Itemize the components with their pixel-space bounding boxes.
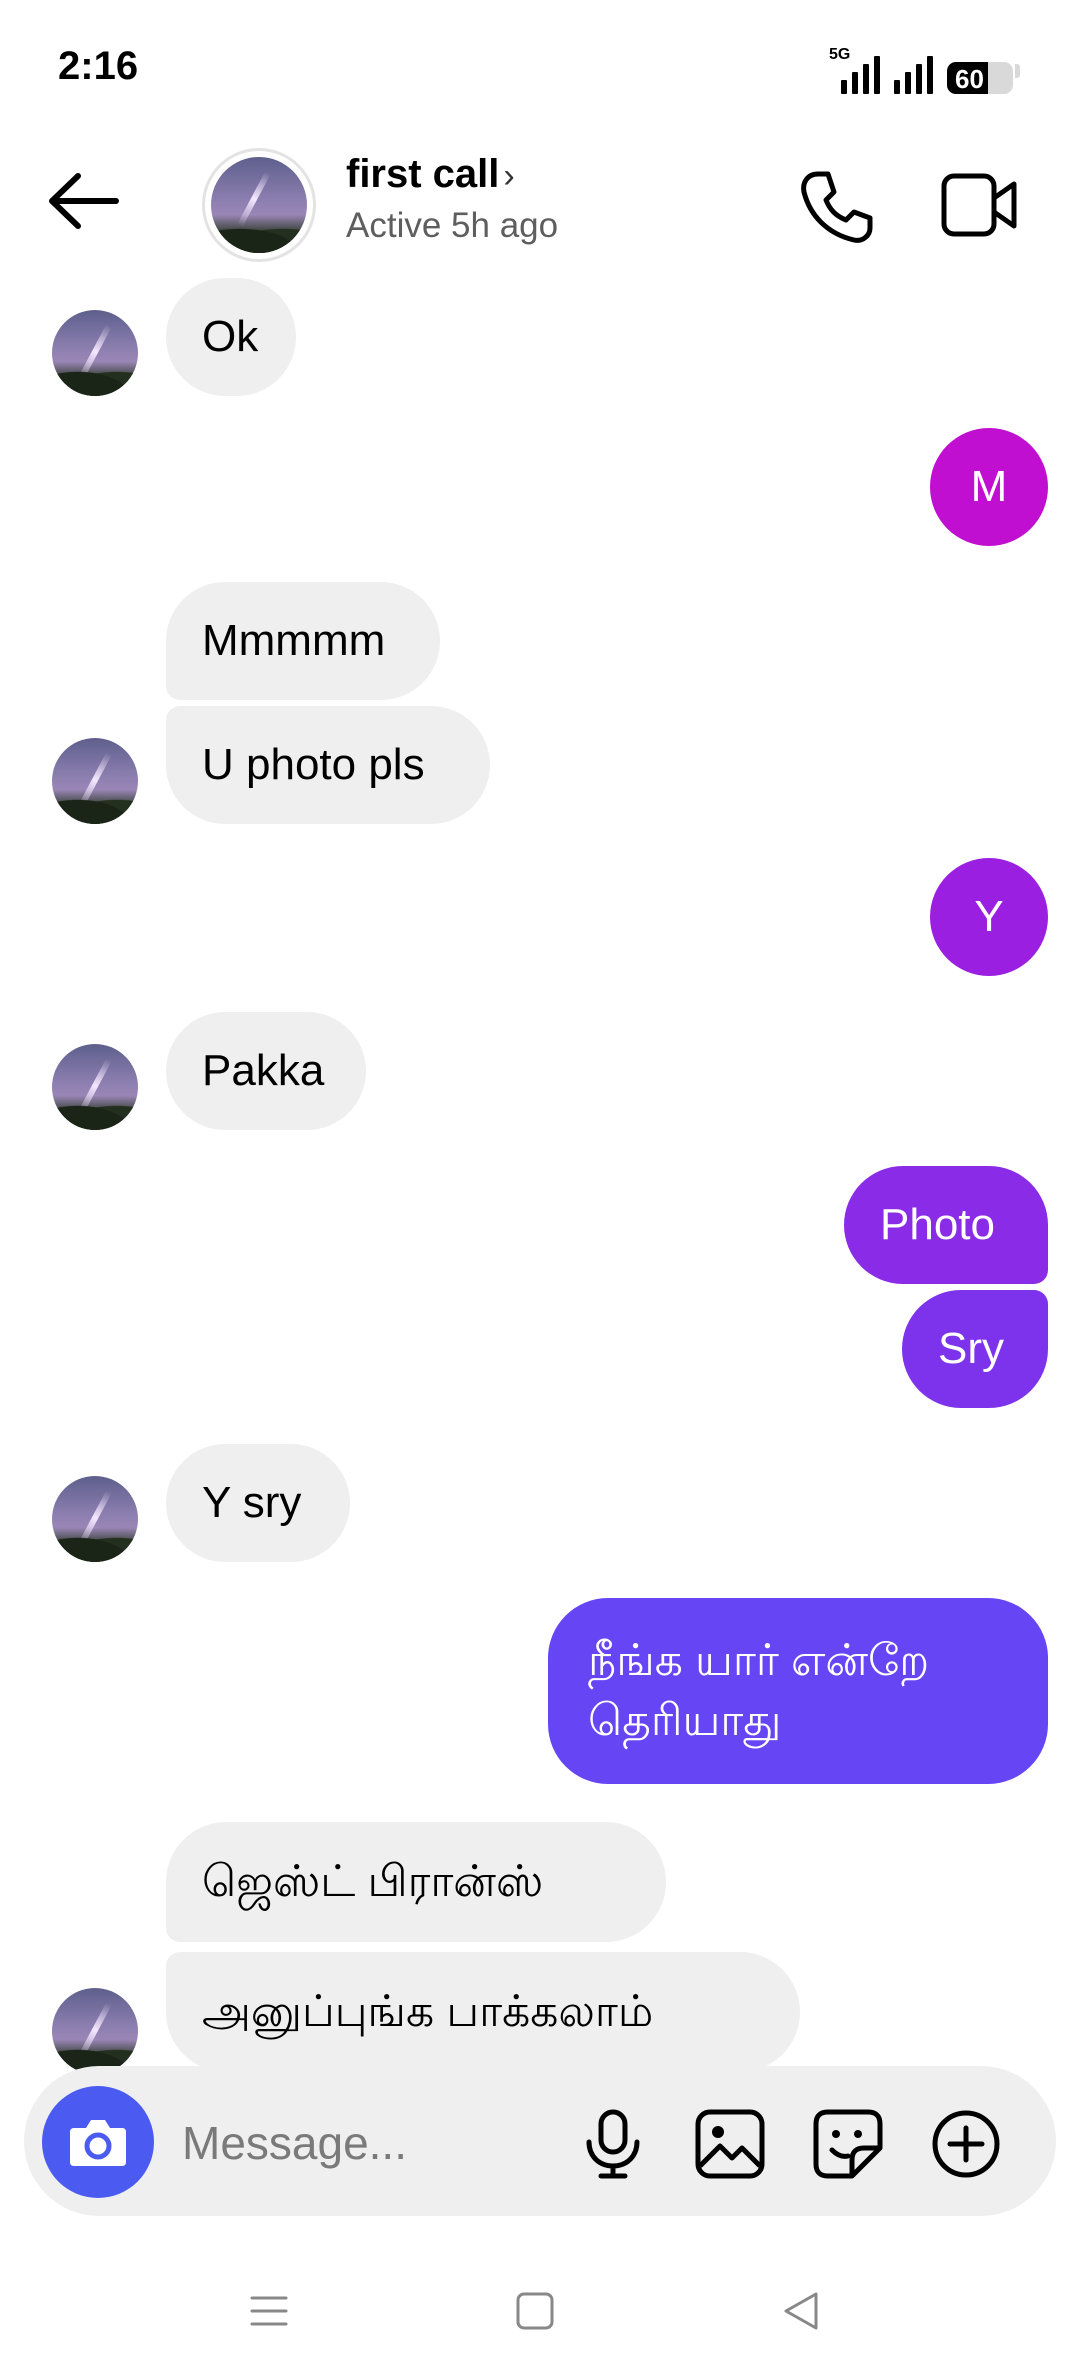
message-bubble-incoming[interactable]: Y sry [166,1444,350,1562]
phone-icon[interactable] [796,166,876,246]
active-status: Active 5h ago [346,206,559,245]
back-triangle-icon[interactable] [776,2286,826,2336]
message-bubble-outgoing[interactable]: M [930,428,1048,546]
battery-icon: 60 [947,62,1013,94]
home-icon[interactable] [510,2286,560,2336]
camera-icon [70,2120,126,2166]
message-bubble-outgoing[interactable]: Sry [902,1290,1048,1408]
battery-level: 60 [955,64,984,94]
message-bubble-outgoing[interactable]: நீங்க யார் என்றே தெரியாது [548,1598,1048,1784]
system-nav-bar [0,2236,1080,2372]
status-bar: 2:16 5G 60 [0,0,1080,140]
message-bubble-incoming[interactable]: ஜெஸ்ட் பிரான்ஸ் [166,1822,666,1942]
plus-circle-icon[interactable] [930,2108,1002,2180]
signal-5g-icon: 5G [829,46,880,94]
camera-button[interactable] [42,2086,154,2198]
contact-avatar-small [52,1044,138,1130]
gallery-icon[interactable] [694,2108,766,2180]
contact-avatar-small [52,1988,138,2074]
message-bubble-incoming[interactable]: Pakka [166,1012,366,1130]
message-bubble-incoming[interactable]: U photo pls [166,706,490,824]
contact-avatar-small [52,1476,138,1562]
contact-avatar-small [52,310,138,396]
signal-icon [894,54,933,94]
microphone-icon[interactable] [577,2108,649,2180]
contact-name-text: first call [346,152,500,196]
clock: 2:16 [58,44,139,88]
video-camera-icon[interactable] [940,168,1020,244]
sticker-icon[interactable] [812,2108,884,2180]
chevron-right-icon: › [503,157,515,195]
status-icons: 5G 60 [829,46,1020,94]
network-type-label: 5G [829,46,851,63]
contact-avatar[interactable] [211,157,307,253]
message-bubble-outgoing[interactable]: Photo [844,1166,1048,1284]
message-input[interactable] [180,2105,564,2181]
message-bubble-outgoing[interactable]: Y [930,858,1048,976]
message-bubble-incoming[interactable]: Ok [166,278,296,396]
chat-header [0,140,1080,270]
contact-avatar-small [52,738,138,824]
menu-icon[interactable] [244,2286,294,2336]
contact-name[interactable]: first call › [346,152,515,197]
back-arrow-icon[interactable] [44,166,124,236]
battery-cap [1015,64,1020,78]
message-bubble-incoming[interactable]: அனுப்புங்க பாக்கலாம் [166,1952,800,2072]
message-bubble-incoming[interactable]: Mmmmm [166,582,440,700]
